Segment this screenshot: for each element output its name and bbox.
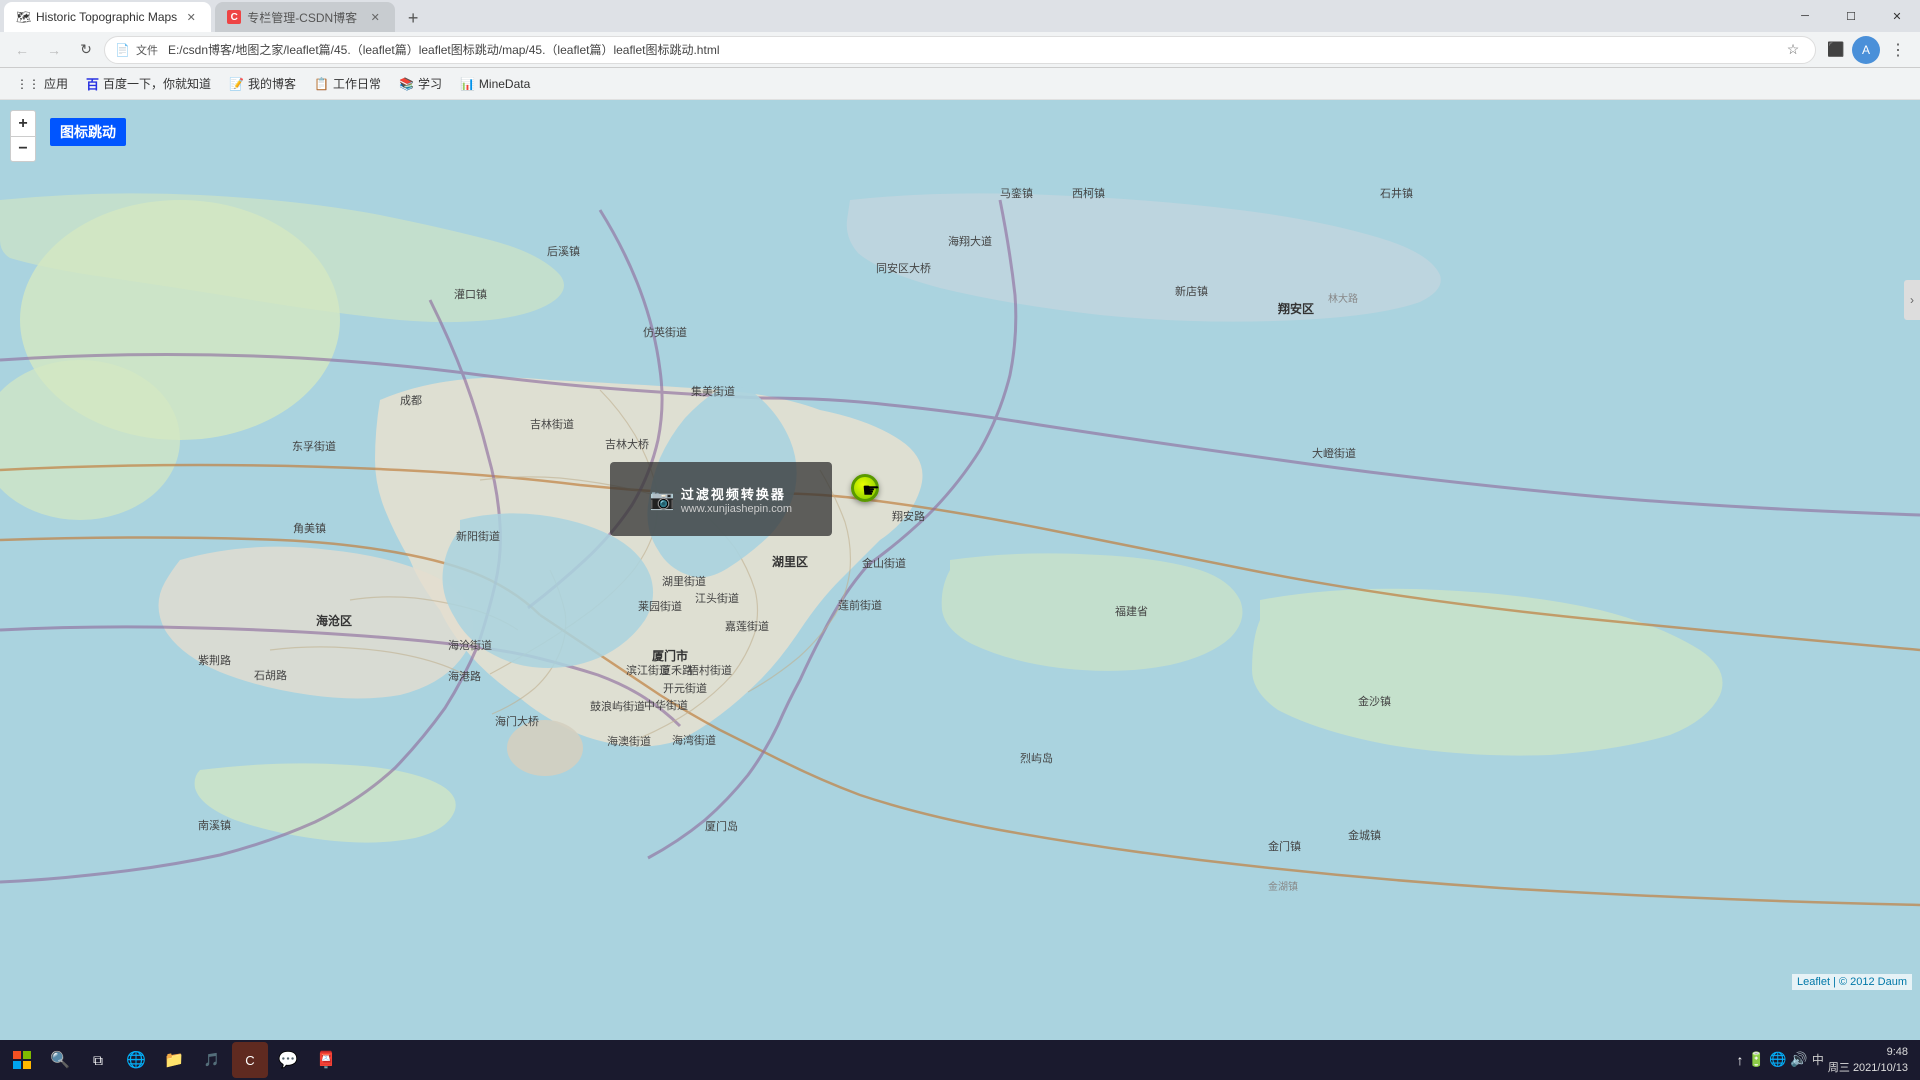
address-input[interactable]: 📄 文件 E:/csdn博客/地图之家/leaflet篇/45.（leaflet… <box>104 36 1816 64</box>
zoom-in-button[interactable]: + <box>10 110 36 136</box>
video-overlay: 📷 过滤视频转换器 www.xunjiashepin.com <box>610 462 832 536</box>
tray-clock[interactable]: 9:48 周三 2021/10/13 <box>1828 1045 1908 1075</box>
browser-window: 🗺 Historic Topographic Maps ✕ C 专栏管理-CSD… <box>0 0 1920 1080</box>
windows-icon <box>13 1051 31 1069</box>
taskbar-tray: ↑ 🔋 🌐 🔊 中 9:48 周三 2021/10/13 <box>1737 1045 1916 1075</box>
tray-network-icon[interactable]: 🌐 <box>1769 1051 1786 1068</box>
work-icon: 📋 <box>314 77 329 91</box>
blog-icon: 📝 <box>229 77 244 91</box>
tab-close-2[interactable]: ✕ <box>367 9 383 25</box>
video-overlay-url: www.xunjiashepin.com <box>681 503 792 515</box>
bookmark-study[interactable]: 📚 学习 <box>391 72 450 96</box>
tab-title-2: 专栏管理-CSDN博客 <box>247 9 361 26</box>
tray-day: 周三 2021/10/13 <box>1828 1059 1908 1075</box>
back-button[interactable]: ← <box>8 36 36 64</box>
reload-button[interactable]: ↻ <box>72 36 100 64</box>
tab-favicon-2: C <box>227 10 241 24</box>
taskbar-search-button[interactable]: 🔍 <box>42 1042 78 1078</box>
maximize-button[interactable]: ☐ <box>1828 0 1874 32</box>
window-controls: ─ ☐ ✕ <box>1782 0 1920 32</box>
start-button[interactable] <box>4 1042 40 1078</box>
camera-icon: 📷 <box>650 487 675 512</box>
taskbar-mail-button[interactable]: 📮 <box>308 1042 344 1078</box>
map-label-badge: 图标跳动 <box>50 118 126 146</box>
minimize-button[interactable]: ─ <box>1782 0 1828 32</box>
tab-inactive[interactable]: C 专栏管理-CSDN博客 ✕ <box>215 2 395 32</box>
leaflet-link[interactable]: Leaflet | © 2012 Daum <box>1797 976 1907 988</box>
taskbar-edge-button[interactable]: 🌐 <box>118 1042 154 1078</box>
new-tab-button[interactable]: + <box>399 4 427 32</box>
tray-battery-icon[interactable]: 🔋 <box>1748 1051 1765 1068</box>
bookmark-work[interactable]: 📋 工作日常 <box>306 72 389 96</box>
bookmark-myblog-label: 我的博客 <box>248 75 296 92</box>
bookmark-myblog[interactable]: 📝 我的博客 <box>221 72 304 96</box>
tab-bar: 🗺 Historic Topographic Maps ✕ C 专栏管理-CSD… <box>0 0 1782 32</box>
protocol-label: 文件 <box>136 45 158 57</box>
bookmark-minedata-label: MineData <box>479 77 530 91</box>
bookmark-baidu-label: 百度一下，你就知道 <box>103 75 211 92</box>
bookmark-work-label: 工作日常 <box>333 75 381 92</box>
tab-title-1: Historic Topographic Maps <box>36 10 177 24</box>
address-bar: ← → ↻ 📄 文件 E:/csdn博客/地图之家/leaflet篇/45.（l… <box>0 32 1920 68</box>
taskbar-wechat-button[interactable]: 💬 <box>270 1042 306 1078</box>
taskbar-taskview-button[interactable]: ⧉ <box>80 1042 116 1078</box>
file-icon: 📄 <box>115 43 130 57</box>
video-overlay-title: 过滤视频转换器 <box>681 484 792 503</box>
tab-active[interactable]: 🗺 Historic Topographic Maps ✕ <box>4 2 211 32</box>
forward-button[interactable]: → <box>40 36 68 64</box>
baidu-icon: 百 <box>86 74 99 93</box>
tray-lang-label[interactable]: 中 <box>1812 1051 1824 1068</box>
titlebar: 🗺 Historic Topographic Maps ✕ C 专栏管理-CSD… <box>0 0 1920 32</box>
tray-time: 9:48 <box>1828 1045 1908 1059</box>
taskbar-media-button[interactable]: 🎵 <box>194 1042 230 1078</box>
tray-upload-icon[interactable]: ↑ <box>1737 1052 1744 1068</box>
map-svg <box>0 100 1920 1040</box>
tab-close-1[interactable]: ✕ <box>183 9 199 25</box>
minedata-icon: 📊 <box>460 77 475 91</box>
map-marker[interactable] <box>851 474 879 502</box>
bookmarks-bar: ⋮⋮ 应用 百 百度一下，你就知道 📝 我的博客 📋 工作日常 📚 学习 📊 M… <box>0 68 1920 100</box>
taskbar-csdn-button[interactable]: C <box>232 1042 268 1078</box>
bookmark-star-button[interactable]: ☆ <box>1781 38 1805 62</box>
close-button[interactable]: ✕ <box>1874 0 1920 32</box>
taskbar-explorer-button[interactable]: 📁 <box>156 1042 192 1078</box>
sidebar-toggle-button[interactable]: › <box>1904 280 1920 320</box>
zoom-controls: + − <box>10 110 36 162</box>
map-container[interactable]: 马銮镇 西柯镇 石井镇 翔安区 新店镇 后溪镇 灌口镇 仿英街道 集美街道 吉林… <box>0 100 1920 1040</box>
bookmark-minedata[interactable]: 📊 MineData <box>452 72 538 96</box>
apps-icon: ⋮⋮ <box>16 77 40 91</box>
study-icon: 📚 <box>399 77 414 91</box>
tray-volume-icon[interactable]: 🔊 <box>1790 1051 1807 1068</box>
address-text: 文件 E:/csdn博客/地图之家/leaflet篇/45.（leaflet篇）… <box>136 41 1775 58</box>
zoom-out-button[interactable]: − <box>10 136 36 162</box>
menu-button[interactable]: ⋮ <box>1884 36 1912 64</box>
url-text: E:/csdn博客/地图之家/leaflet篇/45.（leaflet篇）lea… <box>168 43 720 57</box>
bookmark-apps-label: 应用 <box>44 75 68 92</box>
bookmark-apps[interactable]: ⋮⋮ 应用 <box>8 72 76 96</box>
bookmark-baidu[interactable]: 百 百度一下，你就知道 <box>78 72 219 96</box>
tab-favicon-1: 🗺 <box>16 10 30 24</box>
bookmark-study-label: 学习 <box>418 75 442 92</box>
profile-button[interactable]: A <box>1852 36 1880 64</box>
taskbar: 🔍 ⧉ 🌐 📁 🎵 C 💬 📮 ↑ 🔋 🌐 🔊 中 9:48 周三 2021/1… <box>0 1040 1920 1080</box>
leaflet-attribution: Leaflet | © 2012 Daum <box>1792 974 1912 990</box>
extensions-button[interactable]: ⬛ <box>1824 38 1848 62</box>
